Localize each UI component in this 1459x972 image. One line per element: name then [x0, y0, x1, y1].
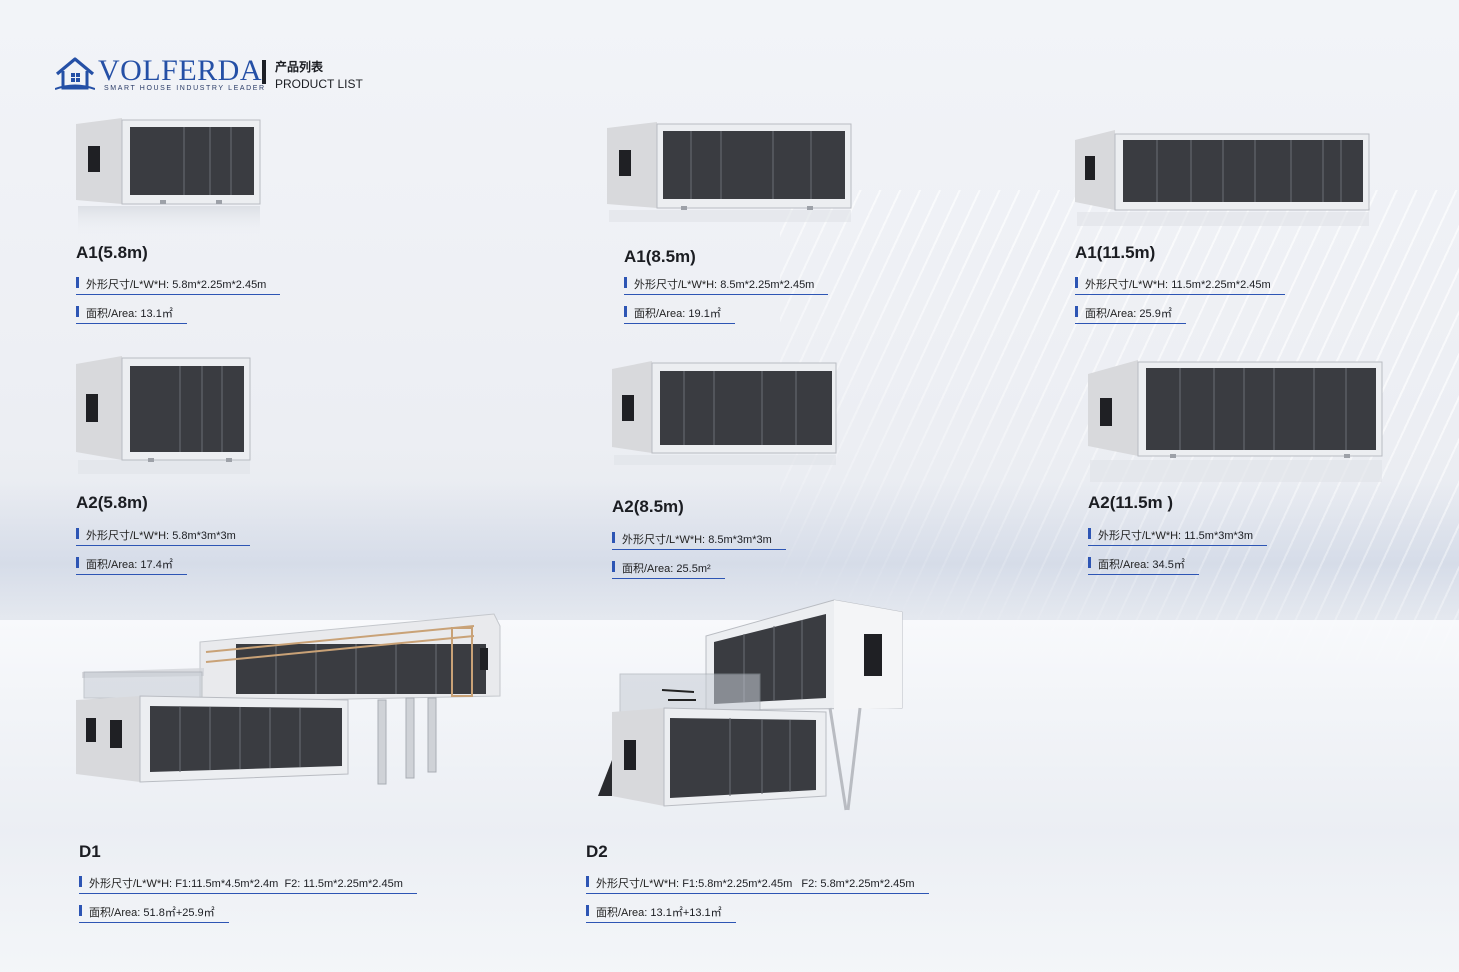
product-area: 面积/Area: 51.8㎡+25.9㎡ [79, 904, 229, 923]
product-image-a1-8-5 [607, 122, 852, 222]
header-title-en: PRODUCT LIST [275, 77, 363, 91]
product-image-d2 [598, 599, 903, 811]
product-image-a2-8-5 [612, 361, 837, 465]
product-area: 面积/Area: 25.5m² [612, 560, 725, 579]
product-name: A2(11.5m ) [1088, 493, 1174, 512]
product-dimensions: 外形尺寸/L*W*H: 5.8m*3m*3m [76, 527, 250, 546]
house-logo-icon [55, 57, 95, 90]
product-dimensions: 外形尺寸/L*W*H: 8.5m*2.25m*2.45m [624, 276, 829, 295]
product-area: 面积/Area: 34.5㎡ [1088, 556, 1199, 575]
product-area: 面积/Area: 19.1㎡ [624, 305, 735, 324]
brand-name: VOLFERDA [98, 54, 263, 87]
brand-logo: VOLFERDA SMART HOUSE INDUSTRY LEADER [55, 54, 266, 94]
product-name: D2 [586, 842, 608, 861]
product-name: A1(5.8m) [76, 243, 148, 262]
product-dimensions: 外形尺寸/L*W*H: 11.5m*3m*3m [1088, 527, 1268, 546]
product-dimensions: 外形尺寸/L*W*H: 8.5m*3m*3m [612, 531, 786, 550]
header-title-zh: 产品列表 [275, 60, 324, 74]
product-name: A2(5.8m) [76, 493, 148, 512]
product-image-a2-11-5 [1088, 360, 1383, 482]
product-dimensions: 外形尺寸/L*W*H: F1:11.5m*4.5m*2.4m F2: 11.5m… [79, 875, 417, 894]
product-area: 面积/Area: 13.1㎡+13.1㎡ [586, 904, 736, 923]
product-name: A1(11.5m) [1075, 243, 1156, 262]
product-image-a1-5-8 [76, 118, 261, 236]
product-area: 面积/Area: 13.1㎡ [76, 305, 187, 324]
product-area: 面积/Area: 25.9㎡ [1075, 305, 1186, 324]
product-name: A2(8.5m) [612, 497, 684, 516]
product-dimensions: 外形尺寸/L*W*H: 11.5m*2.25m*2.45m [1075, 276, 1285, 295]
product-name: D1 [79, 842, 101, 861]
product-name: A1(8.5m) [624, 247, 696, 266]
product-area: 面积/Area: 17.4㎡ [76, 556, 187, 575]
brand-tagline: SMART HOUSE INDUSTRY LEADER [104, 85, 266, 92]
product-image-a2-5-8 [76, 356, 251, 474]
product-dimensions: 外形尺寸/L*W*H: 5.8m*2.25m*2.45m [76, 276, 281, 295]
product-image-d1 [76, 613, 501, 785]
product-image-a1-11-5 [1075, 130, 1370, 226]
header-divider [262, 60, 266, 84]
product-dimensions: 外形尺寸/L*W*H: F1:5.8m*2.25m*2.45m F2: 5.8m… [586, 875, 929, 894]
